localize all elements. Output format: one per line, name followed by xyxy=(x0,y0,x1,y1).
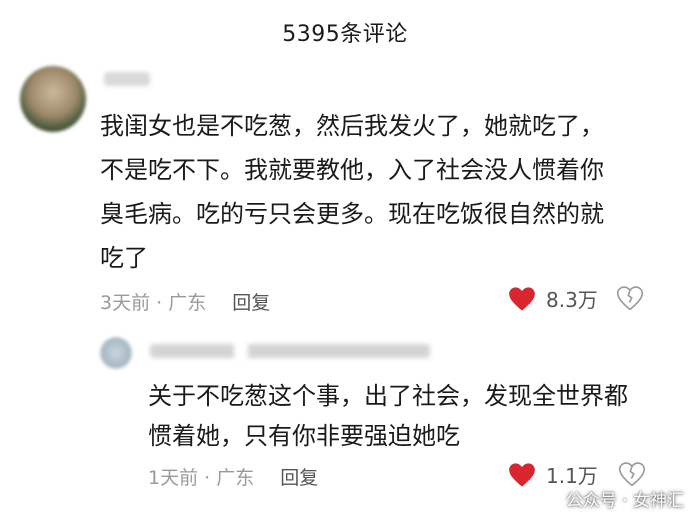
heart-icon xyxy=(509,462,535,487)
username-blurred[interactable] xyxy=(104,72,150,86)
reply-reply-button[interactable]: 回复 xyxy=(280,463,318,490)
comment-line: 吃了 xyxy=(100,244,148,272)
wechat-icon xyxy=(538,490,560,506)
avatar[interactable] xyxy=(20,66,86,132)
watermark: 公众号 · 女神汇 xyxy=(538,486,684,511)
reply-username-blurred[interactable] xyxy=(150,344,430,358)
comments-header: 5395条评论 xyxy=(0,0,690,64)
reply-like-count: 1.1万 xyxy=(546,464,598,488)
reply-time-location: 1天前 · 广东 xyxy=(148,467,255,489)
comment-line: 我闺女也是不吃葱，然后我发火了，她就吃了， xyxy=(100,112,604,140)
like-button[interactable]: 8.3万 xyxy=(508,284,598,313)
like-count: 8.3万 xyxy=(546,288,598,312)
comment-time-location: 3天前 · 广东 xyxy=(100,292,207,314)
comment-line: 不是吃不下。我就要教他，入了社会没人惯着你 xyxy=(100,156,604,184)
watermark-text: 公众号 · 女神汇 xyxy=(565,491,684,511)
broken-heart-icon[interactable] xyxy=(616,285,644,313)
reply-text: 关于不吃葱这个事，出了社会，发现全世界都 惯着她，只有你非要强迫她吃 xyxy=(148,376,668,456)
comment-meta: 3天前 · 广东 回复 xyxy=(100,288,270,315)
reply-line: 惯着她，只有你非要强迫她吃 xyxy=(148,422,460,450)
reply-avatar[interactable] xyxy=(100,337,132,369)
reply-line: 关于不吃葱这个事，出了社会，发现全世界都 xyxy=(148,382,628,410)
heart-icon xyxy=(509,286,535,311)
comment-count-title: 5395条评论 xyxy=(282,22,408,47)
comment-text: 我闺女也是不吃葱，然后我发火了，她就吃了， 不是吃不下。我就要教他，入了社会没人… xyxy=(100,104,665,280)
reply-button[interactable]: 回复 xyxy=(232,288,270,315)
comment-line: 臭毛病。吃的亏只会更多。现在吃饭很自然的就 xyxy=(100,200,604,228)
reply-meta: 1天前 · 广东 回复 xyxy=(148,463,318,490)
reply-like-button[interactable]: 1.1万 xyxy=(508,460,598,489)
broken-heart-icon[interactable] xyxy=(618,461,646,489)
